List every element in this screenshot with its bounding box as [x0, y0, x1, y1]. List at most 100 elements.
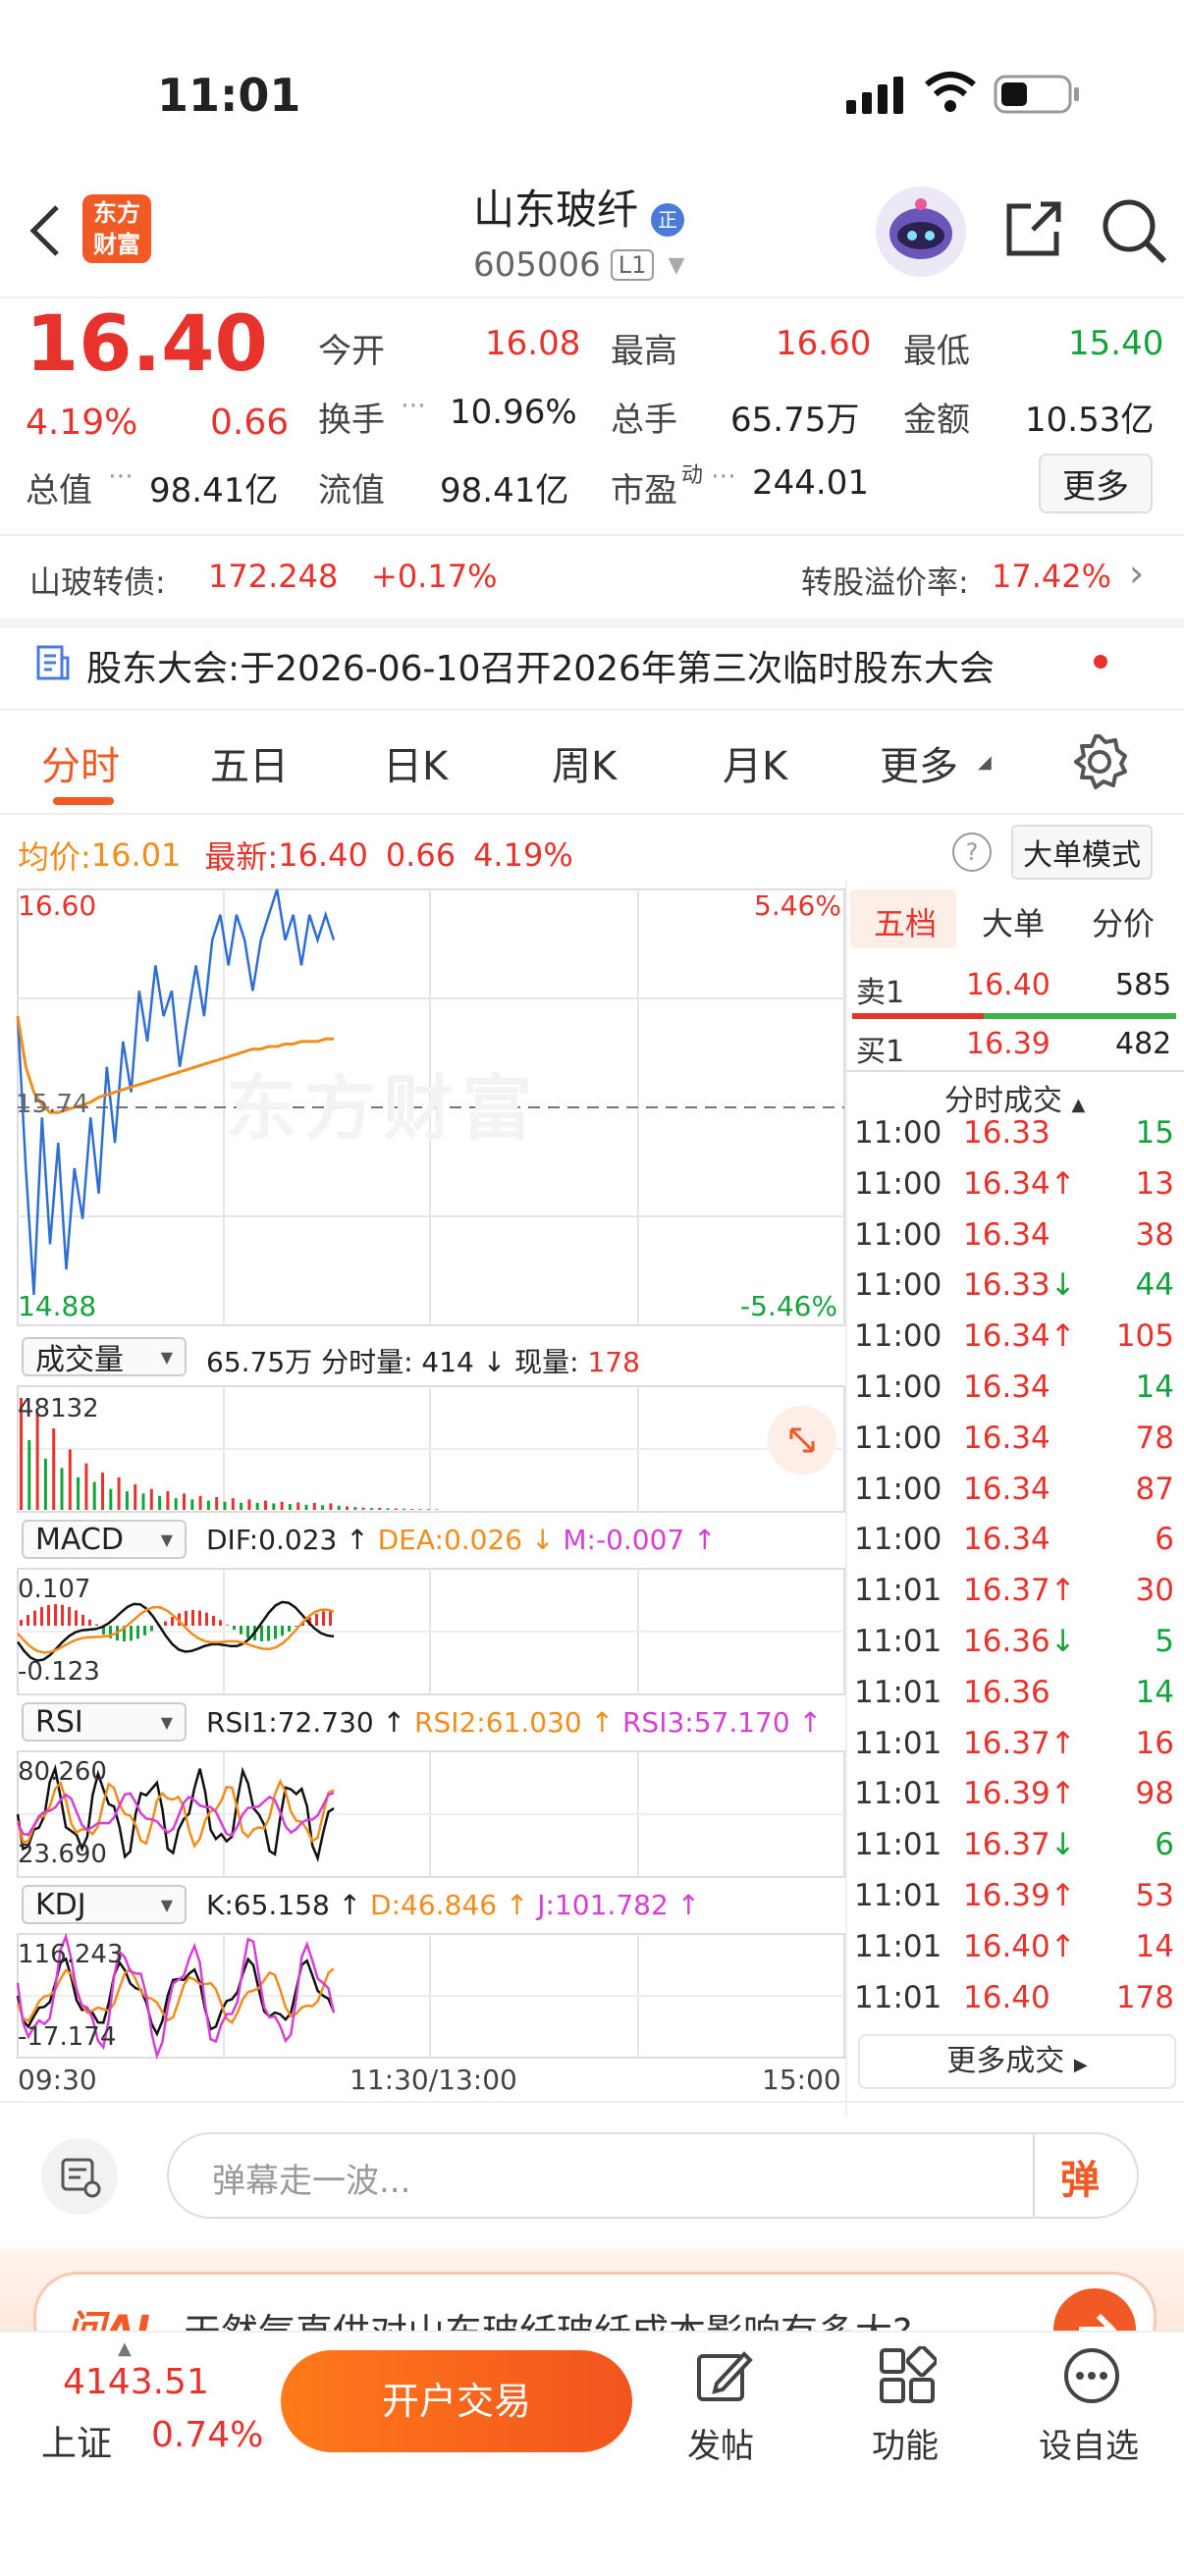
trade-price: 16.40: [963, 1979, 1050, 2015]
volume-bar: [353, 1507, 357, 1510]
chevron-right-icon[interactable]: ›: [1129, 552, 1144, 595]
info-icon[interactable]: ⋯: [108, 461, 134, 491]
kdj-select[interactable]: KDJ ▼: [22, 1885, 187, 1924]
open-label: 今开: [318, 332, 385, 371]
latest-change-pct: 4.19%: [473, 836, 573, 874]
nav-watchlist[interactable]: 设自选: [1039, 2419, 1139, 2467]
macd-info: DIF:0.023 ↑ DEA:0.026 ↓ M:-0.007 ↑: [206, 1524, 717, 1556]
tab-month-k[interactable]: 月K: [723, 734, 787, 791]
amount-label: 金额: [903, 401, 970, 440]
tab-five-level[interactable]: 五档: [874, 899, 937, 944]
share-icon[interactable]: [1001, 196, 1066, 265]
volume-bar: [329, 1503, 333, 1510]
more-button[interactable]: 更多: [1039, 454, 1153, 513]
volume-select[interactable]: 成交量 ▼: [22, 1337, 187, 1377]
help-icon[interactable]: ?: [952, 832, 992, 872]
volume-bar: [280, 1501, 284, 1510]
comment-input[interactable]: 弹幕走一波... 弹: [167, 2132, 1139, 2219]
trade-time: 11:00: [854, 1267, 942, 1304]
macd-bar: [47, 1604, 50, 1626]
tab-price-dist[interactable]: 分价: [1092, 899, 1155, 944]
rsi-top-label: 80.260: [18, 1757, 107, 1787]
macd-bar: [267, 1626, 270, 1641]
trade-time: 11:01: [854, 1725, 942, 1761]
nav-function[interactable]: 功能: [872, 2419, 939, 2467]
caret-up-icon: ▲: [118, 2338, 132, 2359]
level-tag[interactable]: L1: [610, 249, 655, 281]
trade-vol: 178: [1115, 1979, 1174, 2015]
expand-icon[interactable]: [768, 1406, 836, 1475]
trade-price: 16.34: [963, 1471, 1050, 1507]
settings-icon[interactable]: [1070, 732, 1129, 795]
y-min-label: 14.88: [18, 1290, 97, 1322]
comment-list-icon[interactable]: [41, 2138, 118, 2215]
volume-bar: [312, 1502, 316, 1510]
volume-bar: [240, 1502, 243, 1510]
trade-time: 11:00: [854, 1471, 942, 1507]
period-tabs: 分时 五日 日K 周K 月K 更多 ◢: [0, 734, 1184, 803]
pe-label: 市盈: [611, 471, 677, 510]
chevron-down-icon[interactable]: ▼: [668, 253, 684, 278]
trade-row: 11:01 16.39↑ 98: [852, 1776, 1176, 1827]
back-icon[interactable]: [26, 201, 65, 264]
rsi-select[interactable]: RSI ▼: [22, 1702, 187, 1742]
latest-change: 0.66: [385, 836, 457, 874]
volume-bar: [296, 1502, 300, 1510]
open-account-button[interactable]: 开户交易: [281, 2350, 632, 2452]
status-bar: 11:01: [0, 0, 1184, 172]
volume-value: 65.75万: [730, 401, 860, 440]
trade-vol: 53: [1135, 1878, 1174, 1913]
latest-label: 最新:: [204, 838, 279, 876]
trade-vol: 6: [1155, 1827, 1174, 1863]
trade-price: 16.36: [963, 1674, 1050, 1710]
trade-price: 16.37↑: [963, 1725, 1076, 1761]
trade-time: 11:00: [854, 1165, 942, 1202]
trade-row: 11:00 16.34↑ 13: [852, 1166, 1176, 1217]
trade-price: 16.34: [963, 1216, 1050, 1253]
volume-bar: [369, 1508, 373, 1510]
edit-icon[interactable]: [695, 2346, 754, 2409]
tab-5day[interactable]: 五日: [210, 734, 289, 791]
tab-big-order[interactable]: 大单: [982, 899, 1045, 944]
trade-vol: 16: [1135, 1725, 1174, 1761]
volume-bar: [77, 1476, 81, 1510]
macd-select[interactable]: MACD ▼: [22, 1520, 187, 1559]
ai-avatar[interactable]: [876, 187, 966, 277]
macd-bar: [130, 1626, 133, 1641]
nav-post[interactable]: 发帖: [687, 2419, 754, 2467]
tab-week-k[interactable]: 周K: [552, 734, 617, 791]
grid-icon[interactable]: [878, 2344, 939, 2409]
macd-bar: [61, 1604, 64, 1626]
bond-label[interactable]: 山玻转债:: [29, 558, 166, 603]
macd-bar: [27, 1615, 29, 1626]
macd-bar: [274, 1626, 277, 1639]
trade-row: 11:01 16.40 178: [852, 1980, 1176, 2031]
more-icon[interactable]: [1062, 2346, 1121, 2409]
macd-bar: [54, 1604, 57, 1626]
trades-title[interactable]: 分时成交 ▲: [944, 1076, 1085, 1119]
trade-price: 16.34↑: [963, 1165, 1076, 1202]
search-icon[interactable]: [1100, 196, 1168, 269]
info-icon[interactable]: ⋯: [401, 391, 426, 420]
trade-row: 11:01 16.37↑ 30: [852, 1573, 1176, 1624]
macd-bar: [33, 1610, 36, 1626]
x-label-close: 15:00: [762, 2064, 841, 2096]
sell-ratio-bar: [852, 1013, 984, 1019]
volume-bar: [304, 1504, 308, 1510]
trade-vol: 78: [1135, 1420, 1174, 1456]
pct-max-label: 5.46%: [754, 889, 841, 922]
index-name[interactable]: 上证: [41, 2415, 112, 2466]
info-icon[interactable]: ⋯: [711, 461, 736, 491]
macd-bar: [95, 1624, 98, 1626]
kdj-top-label: 116.243: [18, 1940, 124, 1969]
avg-value: 16.01: [90, 836, 182, 874]
big-order-mode-button[interactable]: 大单模式: [1011, 825, 1153, 880]
tab-more[interactable]: 更多: [880, 734, 958, 791]
notice-text[interactable]: 股东大会:于2026-06-10召开2026年第三次临时股东大会: [86, 640, 995, 691]
tab-intraday[interactable]: 分时: [41, 734, 120, 791]
more-trades-button[interactable]: 更多成交 ▶: [858, 2034, 1176, 2089]
danmu-button[interactable]: 弹: [1060, 2148, 1100, 2205]
comment-placeholder: 弹幕走一波...: [212, 2162, 411, 2201]
tab-day-k[interactable]: 日K: [383, 734, 448, 791]
index-value[interactable]: 4143.51: [63, 2362, 209, 2402]
